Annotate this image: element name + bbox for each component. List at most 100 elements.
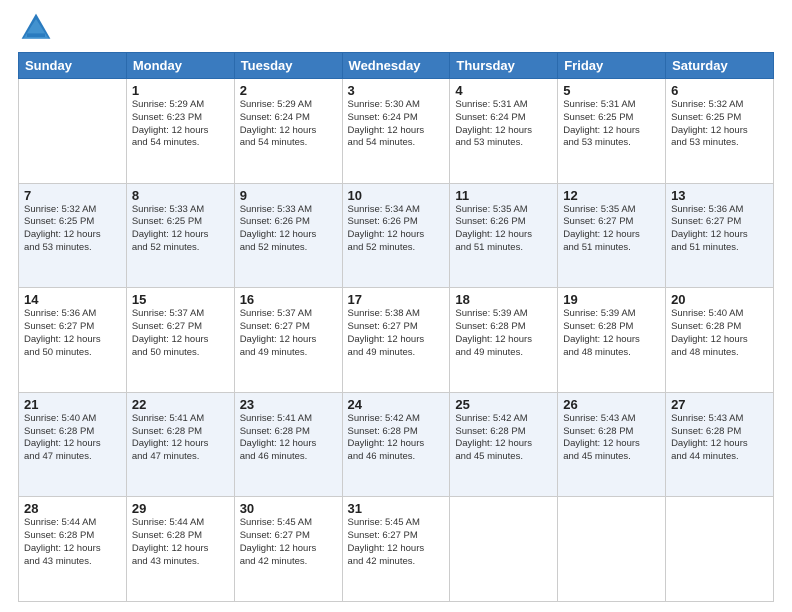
calendar-cell: 3Sunrise: 5:30 AM Sunset: 6:24 PM Daylig… [342, 79, 450, 184]
day-number: 23 [240, 397, 337, 412]
calendar-table: SundayMondayTuesdayWednesdayThursdayFrid… [18, 52, 774, 602]
day-number: 8 [132, 188, 229, 203]
calendar-cell: 22Sunrise: 5:41 AM Sunset: 6:28 PM Dayli… [126, 392, 234, 497]
header [18, 10, 774, 46]
day-number: 31 [348, 501, 445, 516]
calendar-cell: 5Sunrise: 5:31 AM Sunset: 6:25 PM Daylig… [558, 79, 666, 184]
day-number: 20 [671, 292, 768, 307]
day-number: 22 [132, 397, 229, 412]
page: SundayMondayTuesdayWednesdayThursdayFrid… [0, 0, 792, 612]
calendar-cell: 30Sunrise: 5:45 AM Sunset: 6:27 PM Dayli… [234, 497, 342, 602]
day-number: 27 [671, 397, 768, 412]
day-number: 1 [132, 83, 229, 98]
day-number: 30 [240, 501, 337, 516]
calendar-week-1: 1Sunrise: 5:29 AM Sunset: 6:23 PM Daylig… [19, 79, 774, 184]
calendar-header-row: SundayMondayTuesdayWednesdayThursdayFrid… [19, 53, 774, 79]
calendar-cell: 29Sunrise: 5:44 AM Sunset: 6:28 PM Dayli… [126, 497, 234, 602]
day-number: 7 [24, 188, 121, 203]
day-number: 16 [240, 292, 337, 307]
day-number: 24 [348, 397, 445, 412]
col-header-friday: Friday [558, 53, 666, 79]
calendar-cell: 1Sunrise: 5:29 AM Sunset: 6:23 PM Daylig… [126, 79, 234, 184]
calendar-cell [666, 497, 774, 602]
day-info: Sunrise: 5:41 AM Sunset: 6:28 PM Dayligh… [132, 413, 229, 464]
day-info: Sunrise: 5:35 AM Sunset: 6:26 PM Dayligh… [455, 204, 552, 255]
day-info: Sunrise: 5:33 AM Sunset: 6:26 PM Dayligh… [240, 204, 337, 255]
day-info: Sunrise: 5:32 AM Sunset: 6:25 PM Dayligh… [24, 204, 121, 255]
day-number: 3 [348, 83, 445, 98]
calendar-cell: 4Sunrise: 5:31 AM Sunset: 6:24 PM Daylig… [450, 79, 558, 184]
day-number: 29 [132, 501, 229, 516]
day-number: 26 [563, 397, 660, 412]
calendar-cell: 6Sunrise: 5:32 AM Sunset: 6:25 PM Daylig… [666, 79, 774, 184]
logo-icon [18, 10, 54, 46]
col-header-wednesday: Wednesday [342, 53, 450, 79]
day-number: 14 [24, 292, 121, 307]
calendar-cell: 26Sunrise: 5:43 AM Sunset: 6:28 PM Dayli… [558, 392, 666, 497]
day-info: Sunrise: 5:45 AM Sunset: 6:27 PM Dayligh… [240, 517, 337, 568]
calendar-cell: 15Sunrise: 5:37 AM Sunset: 6:27 PM Dayli… [126, 288, 234, 393]
day-info: Sunrise: 5:32 AM Sunset: 6:25 PM Dayligh… [671, 99, 768, 150]
day-info: Sunrise: 5:40 AM Sunset: 6:28 PM Dayligh… [671, 308, 768, 359]
day-number: 6 [671, 83, 768, 98]
day-number: 11 [455, 188, 552, 203]
day-info: Sunrise: 5:37 AM Sunset: 6:27 PM Dayligh… [240, 308, 337, 359]
calendar-cell: 28Sunrise: 5:44 AM Sunset: 6:28 PM Dayli… [19, 497, 127, 602]
day-info: Sunrise: 5:35 AM Sunset: 6:27 PM Dayligh… [563, 204, 660, 255]
day-number: 12 [563, 188, 660, 203]
day-number: 2 [240, 83, 337, 98]
calendar-cell: 20Sunrise: 5:40 AM Sunset: 6:28 PM Dayli… [666, 288, 774, 393]
day-info: Sunrise: 5:45 AM Sunset: 6:27 PM Dayligh… [348, 517, 445, 568]
col-header-monday: Monday [126, 53, 234, 79]
day-number: 9 [240, 188, 337, 203]
calendar-cell: 10Sunrise: 5:34 AM Sunset: 6:26 PM Dayli… [342, 183, 450, 288]
day-number: 15 [132, 292, 229, 307]
day-info: Sunrise: 5:29 AM Sunset: 6:23 PM Dayligh… [132, 99, 229, 150]
calendar-cell: 8Sunrise: 5:33 AM Sunset: 6:25 PM Daylig… [126, 183, 234, 288]
day-number: 4 [455, 83, 552, 98]
calendar-cell [450, 497, 558, 602]
day-info: Sunrise: 5:43 AM Sunset: 6:28 PM Dayligh… [671, 413, 768, 464]
calendar-cell: 25Sunrise: 5:42 AM Sunset: 6:28 PM Dayli… [450, 392, 558, 497]
calendar-week-4: 21Sunrise: 5:40 AM Sunset: 6:28 PM Dayli… [19, 392, 774, 497]
col-header-saturday: Saturday [666, 53, 774, 79]
day-info: Sunrise: 5:44 AM Sunset: 6:28 PM Dayligh… [132, 517, 229, 568]
day-info: Sunrise: 5:29 AM Sunset: 6:24 PM Dayligh… [240, 99, 337, 150]
day-info: Sunrise: 5:40 AM Sunset: 6:28 PM Dayligh… [24, 413, 121, 464]
col-header-sunday: Sunday [19, 53, 127, 79]
logo [18, 10, 58, 46]
calendar-cell: 2Sunrise: 5:29 AM Sunset: 6:24 PM Daylig… [234, 79, 342, 184]
day-number: 5 [563, 83, 660, 98]
calendar-cell: 23Sunrise: 5:41 AM Sunset: 6:28 PM Dayli… [234, 392, 342, 497]
day-info: Sunrise: 5:39 AM Sunset: 6:28 PM Dayligh… [455, 308, 552, 359]
day-info: Sunrise: 5:41 AM Sunset: 6:28 PM Dayligh… [240, 413, 337, 464]
day-info: Sunrise: 5:31 AM Sunset: 6:24 PM Dayligh… [455, 99, 552, 150]
calendar-cell: 9Sunrise: 5:33 AM Sunset: 6:26 PM Daylig… [234, 183, 342, 288]
day-info: Sunrise: 5:30 AM Sunset: 6:24 PM Dayligh… [348, 99, 445, 150]
calendar-cell: 19Sunrise: 5:39 AM Sunset: 6:28 PM Dayli… [558, 288, 666, 393]
calendar-cell: 27Sunrise: 5:43 AM Sunset: 6:28 PM Dayli… [666, 392, 774, 497]
day-info: Sunrise: 5:38 AM Sunset: 6:27 PM Dayligh… [348, 308, 445, 359]
calendar-cell: 31Sunrise: 5:45 AM Sunset: 6:27 PM Dayli… [342, 497, 450, 602]
calendar-cell [19, 79, 127, 184]
calendar-cell: 7Sunrise: 5:32 AM Sunset: 6:25 PM Daylig… [19, 183, 127, 288]
day-info: Sunrise: 5:31 AM Sunset: 6:25 PM Dayligh… [563, 99, 660, 150]
col-header-thursday: Thursday [450, 53, 558, 79]
day-number: 19 [563, 292, 660, 307]
day-number: 10 [348, 188, 445, 203]
day-info: Sunrise: 5:36 AM Sunset: 6:27 PM Dayligh… [24, 308, 121, 359]
calendar-cell: 18Sunrise: 5:39 AM Sunset: 6:28 PM Dayli… [450, 288, 558, 393]
calendar-cell: 24Sunrise: 5:42 AM Sunset: 6:28 PM Dayli… [342, 392, 450, 497]
col-header-tuesday: Tuesday [234, 53, 342, 79]
day-number: 21 [24, 397, 121, 412]
day-info: Sunrise: 5:43 AM Sunset: 6:28 PM Dayligh… [563, 413, 660, 464]
calendar-cell: 13Sunrise: 5:36 AM Sunset: 6:27 PM Dayli… [666, 183, 774, 288]
calendar-week-3: 14Sunrise: 5:36 AM Sunset: 6:27 PM Dayli… [19, 288, 774, 393]
calendar-cell: 21Sunrise: 5:40 AM Sunset: 6:28 PM Dayli… [19, 392, 127, 497]
day-info: Sunrise: 5:34 AM Sunset: 6:26 PM Dayligh… [348, 204, 445, 255]
day-number: 13 [671, 188, 768, 203]
calendar-cell: 16Sunrise: 5:37 AM Sunset: 6:27 PM Dayli… [234, 288, 342, 393]
calendar-week-2: 7Sunrise: 5:32 AM Sunset: 6:25 PM Daylig… [19, 183, 774, 288]
day-info: Sunrise: 5:44 AM Sunset: 6:28 PM Dayligh… [24, 517, 121, 568]
day-info: Sunrise: 5:42 AM Sunset: 6:28 PM Dayligh… [348, 413, 445, 464]
